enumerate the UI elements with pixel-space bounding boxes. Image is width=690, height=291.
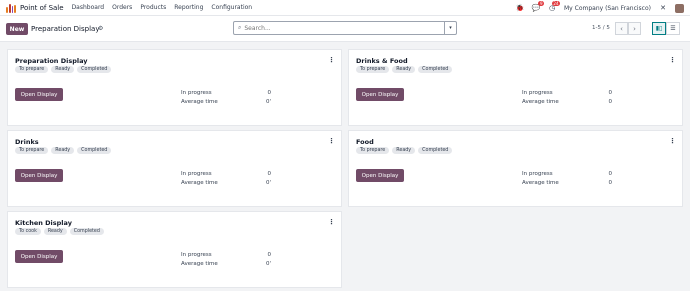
tag: To prepare (356, 147, 390, 154)
tag: Ready (51, 66, 75, 73)
average-time-label: Average time (181, 261, 218, 267)
bug-icon[interactable]: 🐞 (516, 4, 525, 12)
average-time-label: Average time (522, 99, 559, 105)
average-time-label: Average time (181, 180, 218, 186)
open-display-button[interactable]: Open Display (15, 88, 63, 101)
open-display-button[interactable]: Open Display (356, 88, 404, 101)
company-switcher[interactable]: My Company (San Francisco) (564, 5, 651, 12)
kebab-menu-icon[interactable]: ⋮ (328, 218, 335, 226)
tag: To prepare (15, 66, 49, 73)
card-stats: In progress 0 Average time 0 (522, 170, 612, 188)
open-display-button[interactable]: Open Display (356, 169, 404, 182)
menu-configuration[interactable]: Configuration (211, 4, 252, 11)
pager-nav: ‹ › (615, 22, 641, 35)
previous-page-button[interactable]: ‹ (615, 22, 628, 35)
in-progress-value: 0 (267, 252, 272, 258)
activity-clock-icon[interactable]: ◷ 24 (548, 1, 560, 12)
average-time-value: 0' (265, 180, 271, 186)
card-title: Drinks (15, 138, 39, 146)
tag: Ready (392, 66, 416, 73)
card-stats: In progress 0 Average time 0' (181, 251, 271, 269)
average-time-value: 0' (265, 99, 271, 105)
card-stats: In progress 0 Average time 0' (181, 170, 271, 188)
tag: Completed (69, 228, 104, 235)
kebab-menu-icon[interactable]: ⋮ (669, 137, 676, 145)
in-progress-value: 0 (267, 171, 272, 177)
search-input[interactable] (244, 24, 435, 32)
card-title: Food (356, 138, 374, 146)
search-bar: ⌕ ▾ (233, 21, 457, 35)
systray: 🐞 💬 9 ◷ 24 My Company (San Francisco) ✕ (516, 0, 684, 16)
average-time-label: Average time (181, 99, 218, 105)
gear-icon[interactable]: ⚙ (98, 25, 103, 32)
tag: To prepare (15, 147, 49, 154)
view-switcher: ▮▯ ☰ (652, 22, 680, 35)
search-options-toggle[interactable]: ▾ (444, 22, 456, 34)
card-stats: In progress 0 Average time 0' (181, 89, 271, 107)
open-display-button[interactable]: Open Display (15, 169, 63, 182)
tag: Completed (77, 66, 112, 73)
open-display-button[interactable]: Open Display (15, 250, 63, 263)
average-time-value: 0 (608, 99, 613, 105)
chat-icon[interactable]: 💬 9 (532, 1, 544, 12)
in-progress-value: 0 (267, 90, 272, 96)
pager-value[interactable]: 1-5 / 5 (592, 25, 610, 31)
kanban-card[interactable]: Kitchen Display ⋮ To cook Ready Complete… (7, 211, 342, 288)
card-title: Drinks & Food (356, 57, 408, 65)
tag: Completed (418, 66, 453, 73)
tag: Ready (392, 147, 416, 154)
tag: Ready (51, 147, 75, 154)
tag: To prepare (356, 66, 390, 73)
main-menu: Dashboard Orders Products Reporting Conf… (72, 4, 253, 11)
in-progress-label: In progress (181, 252, 212, 258)
new-button[interactable]: New (6, 23, 28, 35)
in-progress-label: In progress (181, 90, 212, 96)
chat-badge: 9 (538, 1, 544, 6)
menu-reporting[interactable]: Reporting (174, 4, 203, 11)
list-view-button[interactable]: ☰ (666, 22, 680, 35)
card-stats: In progress 0 Average time 0 (522, 89, 612, 107)
tag: Ready (43, 228, 67, 235)
activity-badge: 24 (551, 1, 560, 6)
menu-orders[interactable]: Orders (112, 4, 132, 11)
kebab-menu-icon[interactable]: ⋮ (669, 56, 676, 64)
tag: Completed (418, 147, 453, 154)
in-progress-label: In progress (522, 90, 553, 96)
tools-icon[interactable]: ✕ (659, 4, 667, 12)
card-title: Kitchen Display (15, 219, 72, 227)
tag: Completed (77, 147, 112, 154)
average-time-label: Average time (522, 180, 559, 186)
search-icon: ⌕ (238, 24, 242, 31)
stage-tags: To prepare Ready Completed (15, 66, 112, 73)
tag: To cook (15, 228, 41, 235)
kanban-view-button[interactable]: ▮▯ (652, 22, 666, 35)
menu-dashboard[interactable]: Dashboard (72, 4, 105, 11)
kebab-menu-icon[interactable]: ⋮ (328, 56, 335, 64)
kanban-card[interactable]: Preparation Display ⋮ To prepare Ready C… (7, 49, 342, 126)
average-time-value: 0' (265, 261, 271, 267)
in-progress-value: 0 (608, 90, 613, 96)
stage-tags: To prepare Ready Completed (15, 147, 112, 154)
pos-app-icon[interactable] (6, 3, 16, 13)
kanban-card[interactable]: Drinks ⋮ To prepare Ready Completed Open… (7, 130, 342, 207)
menu-products[interactable]: Products (140, 4, 166, 11)
kanban-card[interactable]: Drinks & Food ⋮ To prepare Ready Complet… (348, 49, 683, 126)
in-progress-label: In progress (181, 171, 212, 177)
kanban-card[interactable]: Food ⋮ To prepare Ready Completed Open D… (348, 130, 683, 207)
stage-tags: To prepare Ready Completed (356, 66, 453, 73)
average-time-value: 0 (608, 180, 613, 186)
stage-tags: To prepare Ready Completed (356, 147, 453, 154)
kebab-menu-icon[interactable]: ⋮ (328, 137, 335, 145)
stage-tags: To cook Ready Completed (15, 228, 104, 235)
page-title: Preparation Display (31, 25, 100, 33)
next-page-button[interactable]: › (628, 22, 641, 35)
card-title: Preparation Display (15, 57, 88, 65)
app-name[interactable]: Point of Sale (20, 4, 64, 12)
in-progress-label: In progress (522, 171, 553, 177)
in-progress-value: 0 (608, 171, 613, 177)
top-navbar: Point of Sale Dashboard Orders Products … (0, 0, 690, 16)
user-avatar[interactable] (675, 3, 684, 13)
